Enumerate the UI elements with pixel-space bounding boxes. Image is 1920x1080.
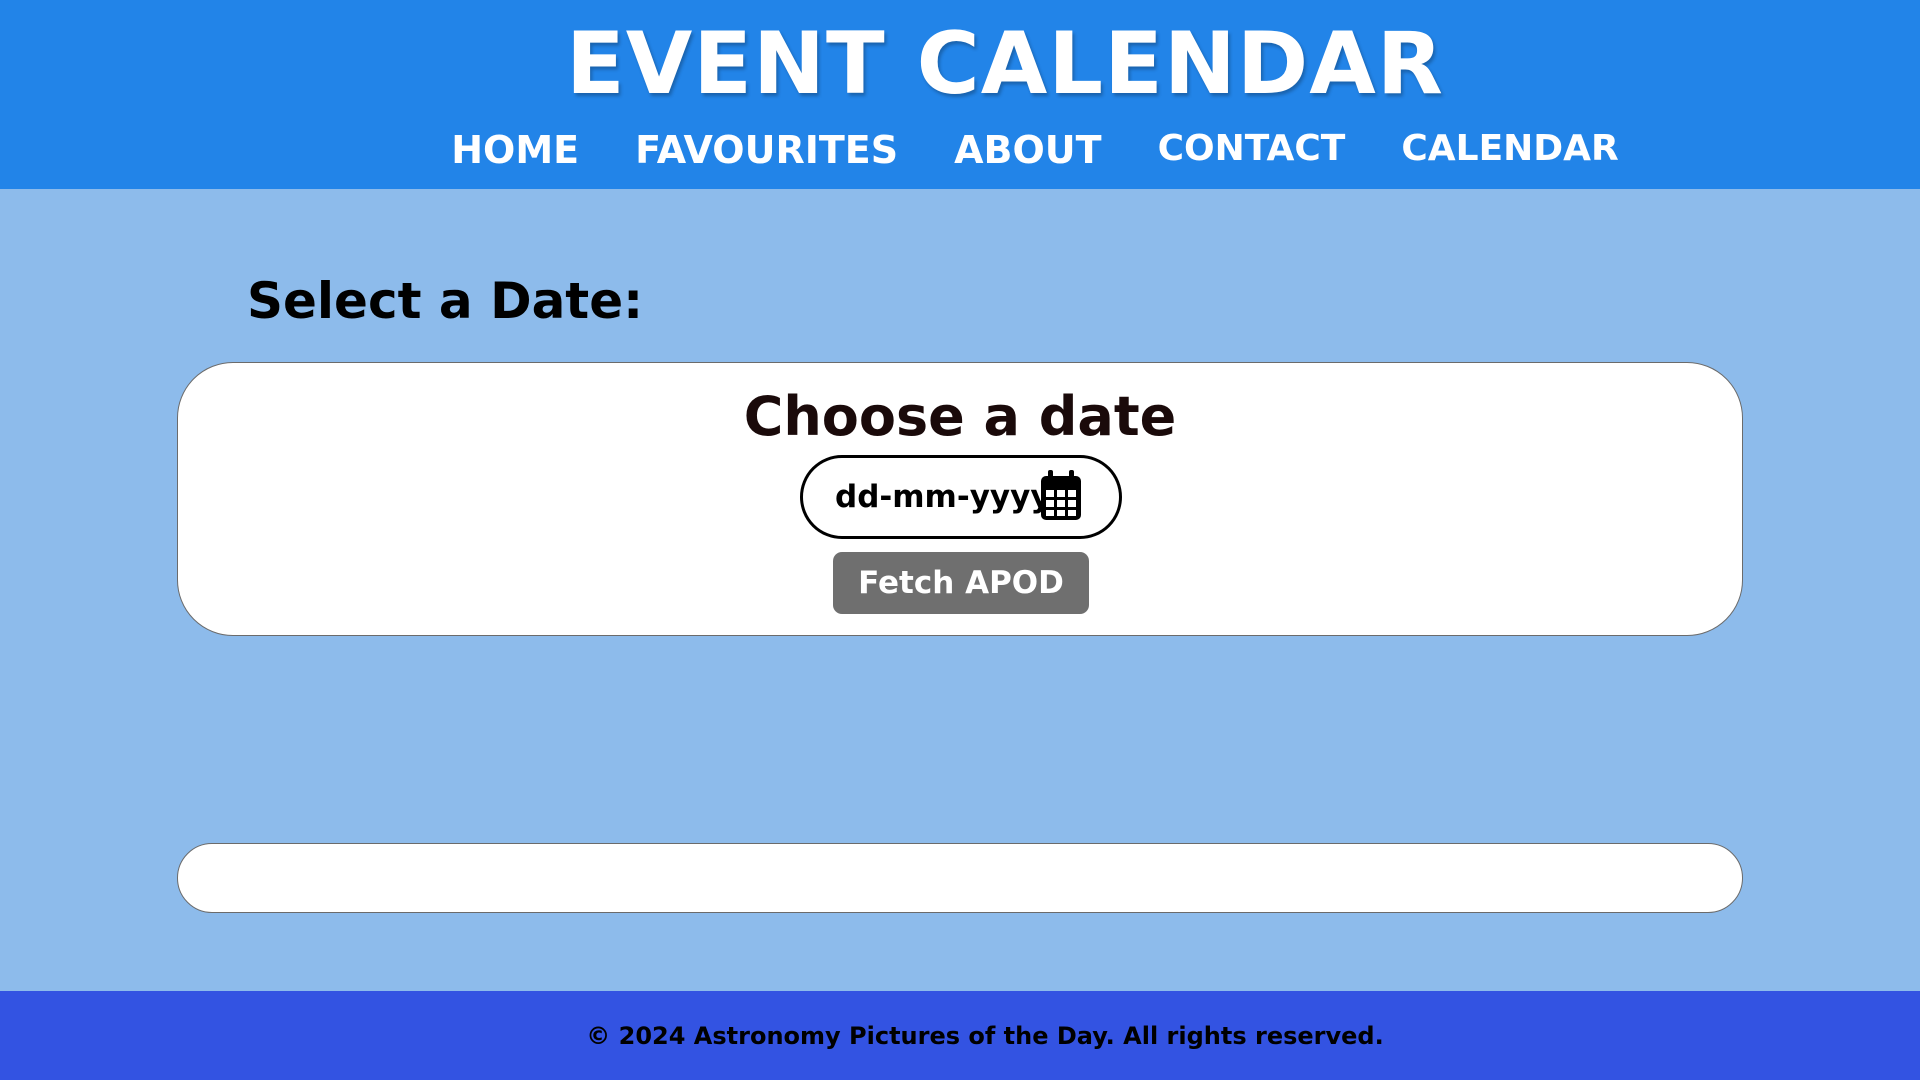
nav-about[interactable]: ABOUT bbox=[954, 128, 1101, 172]
date-input[interactable]: dd-mm-yyyy bbox=[800, 455, 1122, 539]
nav-contact[interactable]: CONTACT bbox=[1158, 128, 1346, 172]
site-header: EVENT CALENDAR HOME FAVOURITES ABOUT CON… bbox=[0, 0, 1920, 189]
card-title: Choose a date bbox=[743, 385, 1177, 448]
site-footer: © 2024 Astronomy Pictures of the Day. Al… bbox=[0, 991, 1920, 1080]
site-title: EVENT CALENDAR bbox=[566, 14, 1444, 114]
select-date-heading: Select a Date: bbox=[247, 272, 644, 330]
copyright-text: © 2024 Astronomy Pictures of the Day. Al… bbox=[586, 1021, 1384, 1050]
date-placeholder: dd-mm-yyyy bbox=[835, 479, 1051, 515]
main-nav: HOME FAVOURITES ABOUT CONTACT CALENDAR bbox=[0, 128, 1920, 172]
result-container bbox=[177, 843, 1743, 913]
calendar-icon[interactable] bbox=[1039, 468, 1083, 522]
fetch-apod-button[interactable]: Fetch APOD bbox=[833, 552, 1089, 614]
nav-home[interactable]: HOME bbox=[451, 128, 579, 172]
date-picker-card: Choose a date dd-mm-yyyy Fetch APOD bbox=[177, 362, 1743, 636]
nav-calendar[interactable]: CALENDAR bbox=[1401, 128, 1618, 172]
nav-favourites[interactable]: FAVOURITES bbox=[635, 128, 898, 172]
